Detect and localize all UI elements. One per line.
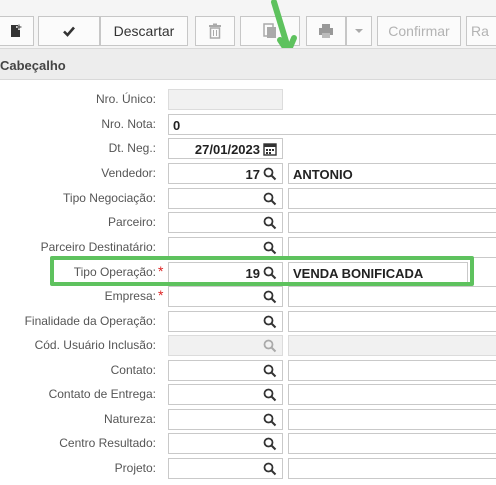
new-document-button[interactable]	[0, 16, 34, 46]
nro-unico-label: Nro. Único:	[95, 92, 156, 106]
dt-neg-input[interactable]: 27/01/2023	[168, 138, 283, 159]
search-icon[interactable]	[263, 413, 277, 427]
parceiro-code-input[interactable]	[168, 212, 283, 233]
contato-entrega-name-field	[288, 384, 496, 405]
nro-nota-label: Nro. Nota:	[101, 117, 156, 131]
dt-neg-label: Dt. Neg.:	[108, 141, 156, 155]
row-empresa: Empresa: *	[0, 286, 496, 308]
cod-usuario-name-field	[288, 335, 496, 356]
natureza-label: Natureza:	[103, 412, 156, 426]
search-icon[interactable]	[263, 192, 277, 206]
confirm-label: Confirmar	[388, 23, 450, 39]
chevron-down-icon	[355, 29, 363, 33]
centro-resultado-code-input[interactable]	[168, 433, 283, 454]
calendar-icon[interactable]	[263, 142, 277, 156]
nro-nota-input[interactable]: 0	[168, 114, 496, 135]
row-tipo-negociacao: Tipo Negociação:	[0, 188, 496, 210]
vendedor-code-input[interactable]: 17	[168, 163, 283, 184]
finalidade-label: Finalidade da Operação:	[24, 314, 156, 328]
natureza-code-input[interactable]	[168, 409, 283, 430]
search-icon[interactable]	[263, 216, 277, 230]
row-natureza: Natureza:	[0, 409, 496, 431]
search-icon[interactable]	[263, 437, 277, 451]
save-button[interactable]	[38, 16, 100, 46]
dt-neg-value: 27/01/2023	[194, 142, 260, 157]
cod-usuario-label: Cód. Usuário Inclusão:	[34, 338, 156, 352]
tipo-negociacao-label: Tipo Negociação:	[63, 191, 156, 205]
delete-button[interactable]	[195, 16, 235, 46]
contato-entrega-label: Contato de Entrega:	[48, 387, 156, 401]
search-icon[interactable]	[263, 290, 277, 304]
search-icon	[263, 339, 277, 353]
centro-resultado-name-field	[288, 433, 496, 454]
row-vendedor: Vendedor: 17 ANTONIO	[0, 163, 496, 185]
cod-usuario-code-input	[168, 335, 283, 356]
search-icon[interactable]	[263, 315, 277, 329]
row-parceiro: Parceiro:	[0, 212, 496, 234]
toolbar: Descartar Confirmar Ra	[0, 0, 496, 48]
contato-entrega-code-input[interactable]	[168, 384, 283, 405]
vendedor-code: 17	[245, 167, 260, 182]
search-icon[interactable]	[263, 241, 277, 255]
search-icon[interactable]	[263, 167, 277, 181]
row-centro-resultado: Centro Resultado:	[0, 433, 496, 455]
required-marker: *	[158, 287, 164, 303]
row-contato-entrega: Contato de Entrega:	[0, 384, 496, 406]
confirm-button[interactable]: Confirmar	[377, 16, 461, 46]
nro-unico-input	[168, 89, 283, 110]
highlight-box	[50, 256, 474, 286]
empresa-label: Empresa:	[104, 289, 156, 303]
vendedor-name-field: ANTONIO	[288, 163, 496, 184]
projeto-code-input[interactable]	[168, 458, 283, 479]
natureza-name-field	[288, 409, 496, 430]
tipo-negociacao-name-field	[288, 188, 496, 209]
row-finalidade: Finalidade da Operação:	[0, 311, 496, 333]
partial-label: Ra	[471, 23, 489, 39]
row-contato: Contato:	[0, 360, 496, 382]
row-nro-nota: Nro. Nota: 0	[0, 114, 496, 136]
row-nro-unico: Nro. Único:	[0, 89, 496, 111]
discard-button[interactable]: Descartar	[100, 16, 188, 46]
nro-nota-value: 0	[173, 118, 181, 133]
parceiro-destinatario-label: Parceiro Destinatário:	[40, 240, 156, 254]
parceiro-destinatario-code-input[interactable]	[168, 237, 283, 258]
partial-button[interactable]: Ra	[466, 16, 496, 46]
centro-resultado-label: Centro Resultado:	[59, 436, 156, 450]
contato-name-field	[288, 360, 496, 381]
projeto-label: Projeto:	[114, 461, 156, 475]
tipo-negociacao-code-input[interactable]	[168, 188, 283, 209]
parceiro-name-field	[288, 212, 496, 233]
print-dropdown-button[interactable]	[346, 16, 372, 46]
search-icon[interactable]	[263, 462, 277, 476]
row-projeto: Projeto:	[0, 458, 496, 480]
vendedor-label: Vendedor:	[101, 166, 156, 180]
parceiro-destinatario-name-field	[288, 237, 496, 258]
row-dt-neg: Dt. Neg.: 27/01/2023	[0, 138, 496, 160]
contato-label: Contato:	[110, 363, 156, 377]
finalidade-code-input[interactable]	[168, 311, 283, 332]
check-icon	[63, 26, 75, 37]
parceiro-label: Parceiro:	[107, 215, 156, 229]
empresa-code-input[interactable]	[168, 286, 283, 307]
finalidade-name-field	[288, 311, 496, 332]
section-title: Cabeçalho	[0, 58, 66, 73]
new-document-icon	[10, 24, 22, 37]
discard-label: Descartar	[113, 23, 175, 39]
print-button[interactable]	[306, 16, 346, 46]
vendedor-name: ANTONIO	[293, 167, 353, 182]
section-header[interactable]: Cabeçalho	[0, 48, 496, 80]
search-icon[interactable]	[263, 364, 277, 378]
contato-code-input[interactable]	[168, 360, 283, 381]
row-cod-usuario: Cód. Usuário Inclusão:	[0, 335, 496, 357]
trash-icon	[209, 23, 221, 39]
projeto-name-field	[288, 458, 496, 479]
search-icon[interactable]	[263, 388, 277, 402]
empresa-name-field	[288, 286, 496, 307]
printer-icon	[319, 24, 333, 38]
